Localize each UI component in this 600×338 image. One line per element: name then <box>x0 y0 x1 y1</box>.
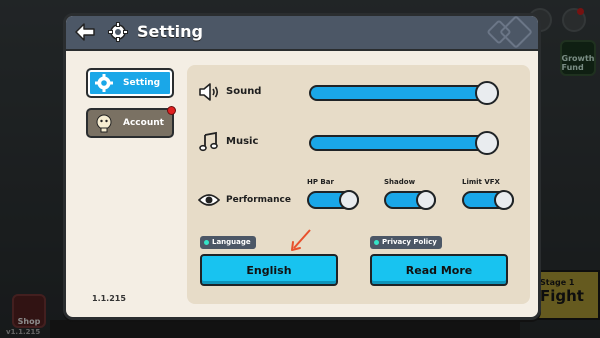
privacy-policy-chip: Privacy Policy <box>370 236 442 249</box>
eye-icon <box>198 194 220 206</box>
back-arrow-icon <box>75 23 95 41</box>
gear-icon <box>95 74 113 92</box>
modal-title: Setting <box>137 22 203 41</box>
language-chip: Language <box>200 236 256 249</box>
tab-setting[interactable]: Setting <box>86 68 174 98</box>
pointer-arrow-icon <box>291 229 311 251</box>
sound-label: Sound <box>226 86 262 97</box>
music-note-icon <box>199 131 218 152</box>
shadow-toggle[interactable] <box>384 190 436 210</box>
modal-header: Setting <box>66 16 538 51</box>
settings-modal: Setting Setting Account 1.1.215 Sound Mu… <box>63 13 541 320</box>
shadow-label: Shadow <box>384 178 416 186</box>
limit-vfx-label: Limit VFX <box>462 178 500 186</box>
music-slider[interactable] <box>309 131 499 155</box>
shadow-toggle-knob <box>416 190 436 210</box>
tab-account-label: Account <box>123 118 164 128</box>
version-label: 1.1.215 <box>92 294 126 303</box>
limit-vfx-toggle-knob <box>494 190 514 210</box>
settings-panel: Sound Music Performance HP Bar Shadow Li… <box>187 65 530 304</box>
sound-slider-knob[interactable] <box>475 81 499 105</box>
back-button[interactable] <box>75 23 95 41</box>
limit-vfx-toggle[interactable] <box>462 190 514 210</box>
read-more-button[interactable]: Read More <box>370 254 508 286</box>
music-label: Music <box>226 136 259 147</box>
avatar-icon <box>96 114 112 133</box>
gear-icon <box>108 22 128 42</box>
notification-badge <box>167 106 176 115</box>
hp-bar-label: HP Bar <box>307 178 334 186</box>
language-button[interactable]: English <box>200 254 338 286</box>
hp-bar-toggle-knob <box>339 190 359 210</box>
tab-setting-label: Setting <box>123 78 161 88</box>
hp-bar-toggle[interactable] <box>307 190 359 210</box>
tab-account[interactable]: Account <box>86 106 176 138</box>
music-slider-knob[interactable] <box>475 131 499 155</box>
sound-slider[interactable] <box>309 81 499 105</box>
speaker-icon <box>199 83 219 101</box>
performance-label: Performance <box>226 195 291 205</box>
